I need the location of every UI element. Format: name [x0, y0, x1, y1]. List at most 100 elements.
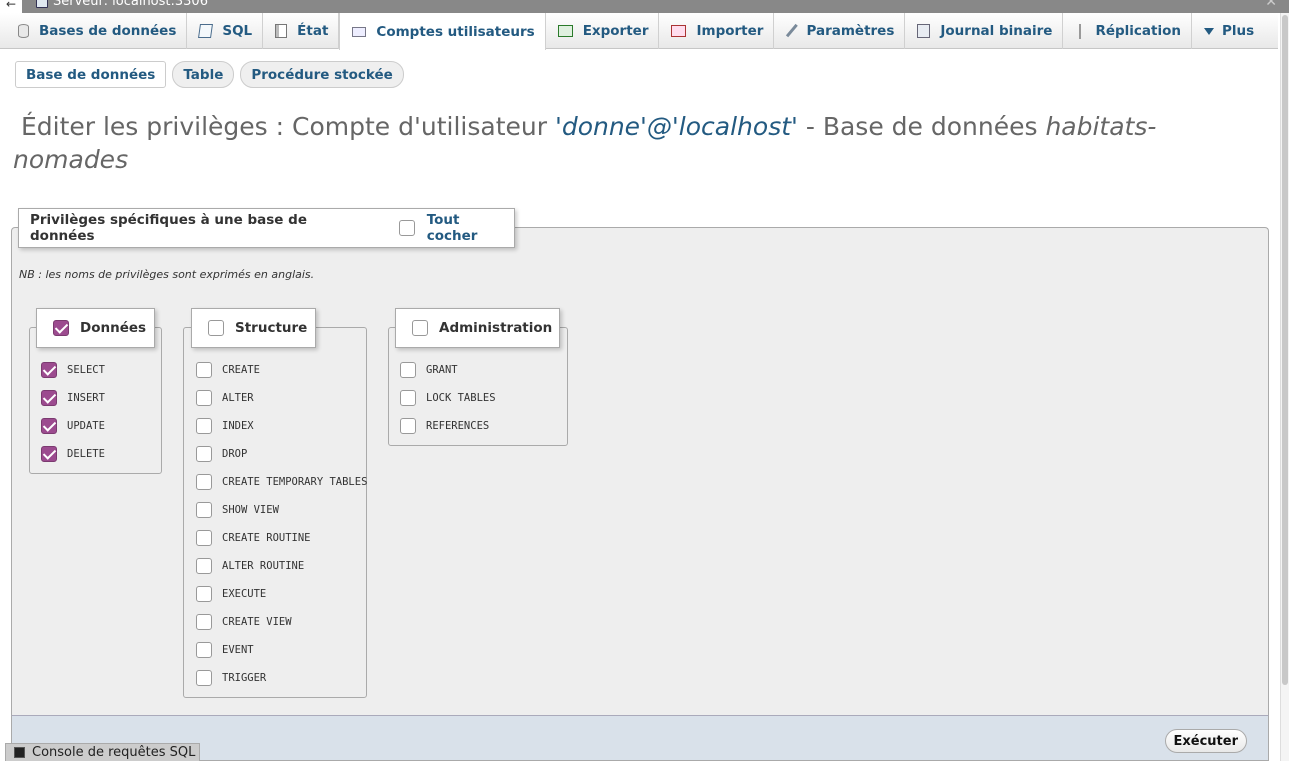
privilege-alter-routine[interactable]: ALTER ROUTINE: [196, 552, 304, 580]
privilege-label: LOCK TABLES: [426, 392, 496, 404]
privilege-checkbox[interactable]: [196, 670, 212, 686]
privilege-select[interactable]: SELECT: [41, 356, 105, 384]
wrench-icon: [786, 23, 801, 39]
privilege-label: CREATE: [222, 364, 260, 376]
privilege-label: INSERT: [67, 392, 105, 404]
privilege-drop[interactable]: DROP: [196, 440, 247, 468]
privilege-checkbox[interactable]: [400, 418, 416, 434]
privilege-checkbox[interactable]: [41, 418, 57, 434]
privilege-checkbox[interactable]: [41, 362, 57, 378]
privilege-create-view[interactable]: CREATE VIEW: [196, 608, 292, 636]
privilege-delete[interactable]: DELETE: [41, 440, 105, 468]
page-title: Éditer les privilèges : Compte d'utilisa…: [13, 110, 1263, 176]
sub-tab-bar: Base de données Table Procédure stockée: [15, 61, 404, 88]
tab-databases[interactable]: Bases de données: [6, 13, 188, 49]
group-admin-checkbox[interactable]: [412, 320, 428, 336]
group-structure-checkbox[interactable]: [208, 320, 224, 336]
sql-icon: [198, 24, 214, 38]
privilege-references[interactable]: REFERENCES: [400, 412, 489, 440]
tab-status[interactable]: État: [263, 13, 340, 49]
tab-more[interactable]: Plus: [1192, 13, 1264, 49]
tab-label: SQL: [222, 23, 253, 39]
tab-user-accounts[interactable]: Comptes utilisateurs: [339, 13, 546, 50]
group-structure-legend[interactable]: Structure: [191, 308, 316, 348]
scrollbar-thumb[interactable]: [1282, 15, 1288, 685]
privilege-label: EXECUTE: [222, 588, 267, 600]
tab-label: Plus: [1222, 23, 1255, 39]
check-all-checkbox[interactable]: [398, 220, 415, 236]
privilege-index[interactable]: INDEX: [196, 412, 254, 440]
back-arrow-icon[interactable]: ←: [0, 0, 22, 13]
console-icon: [14, 747, 25, 758]
tab-replication[interactable]: Réplication: [1063, 13, 1193, 49]
privilege-checkbox[interactable]: [196, 586, 212, 602]
privilege-checkbox[interactable]: [196, 418, 212, 434]
subtab-stored-procedure[interactable]: Procédure stockée: [240, 61, 404, 88]
privilege-label: EVENT: [222, 644, 254, 656]
privilege-checkbox[interactable]: [196, 558, 212, 574]
privilege-checkbox[interactable]: [196, 530, 212, 546]
privilege-label: SELECT: [67, 364, 105, 376]
import-icon: [671, 25, 687, 37]
tab-label: Exporter: [582, 23, 649, 39]
vertical-scrollbar[interactable]: [1280, 13, 1289, 761]
server-title[interactable]: Serveur: localhost:3306: [53, 0, 208, 9]
privilege-label: SHOW VIEW: [222, 504, 279, 516]
tab-label: Importer: [696, 23, 764, 39]
privilege-label: DROP: [222, 448, 248, 460]
tab-sql[interactable]: SQL: [187, 13, 264, 49]
privilege-checkbox[interactable]: [196, 446, 212, 462]
close-icon[interactable]: ✕: [1265, 0, 1277, 10]
group-admin-label: Administration: [439, 320, 553, 336]
privilege-update[interactable]: UPDATE: [41, 412, 105, 440]
tab-export[interactable]: Exporter: [546, 13, 660, 49]
privilege-label: GRANT: [426, 364, 458, 376]
privilege-event[interactable]: EVENT: [196, 636, 254, 664]
title-account[interactable]: 'donne'@'localhost': [555, 112, 798, 141]
privilege-checkbox[interactable]: [196, 390, 212, 406]
replication-icon: [1079, 23, 1085, 39]
status-icon: [275, 24, 288, 38]
privilege-checkbox[interactable]: [196, 474, 212, 490]
tab-import[interactable]: Importer: [659, 13, 775, 49]
privilege-insert[interactable]: INSERT: [41, 384, 105, 412]
privilege-checkbox[interactable]: [196, 502, 212, 518]
privilege-create[interactable]: CREATE: [196, 356, 260, 384]
privilege-checkbox[interactable]: [400, 362, 416, 378]
database-icon: [18, 24, 29, 38]
privilege-alter[interactable]: ALTER: [196, 384, 254, 412]
privilege-create-temporary-tables[interactable]: CREATE TEMPORARY TABLES: [196, 468, 367, 496]
privilege-checkbox[interactable]: [41, 446, 57, 462]
sql-console-toggle[interactable]: Console de requêtes SQL: [5, 743, 201, 761]
privilege-checkbox[interactable]: [41, 390, 57, 406]
privilege-label: REFERENCES: [426, 420, 490, 432]
privilege-checkbox[interactable]: [196, 614, 212, 630]
privilege-execute[interactable]: EXECUTE: [196, 580, 266, 608]
privilege-checkbox[interactable]: [400, 390, 416, 406]
execute-button[interactable]: Exécuter: [1164, 729, 1247, 753]
privilege-label: UPDATE: [67, 420, 105, 432]
privilege-label: INDEX: [222, 420, 254, 432]
privilege-create-routine[interactable]: CREATE ROUTINE: [196, 524, 311, 552]
group-data-legend[interactable]: Données: [36, 308, 155, 348]
tab-label: Journal binaire: [940, 23, 1053, 39]
group-admin-legend[interactable]: Administration: [395, 308, 560, 348]
privilege-trigger[interactable]: TRIGGER: [196, 664, 266, 692]
privileges-note: NB : les noms de privilèges sont exprimé…: [19, 268, 315, 281]
tab-label: Réplication: [1095, 23, 1182, 39]
privilege-checkbox[interactable]: [196, 642, 212, 658]
check-all-label[interactable]: Tout cocher: [427, 212, 514, 244]
tab-settings[interactable]: Paramètres: [774, 13, 906, 49]
privilege-lock-tables[interactable]: LOCK TABLES: [400, 384, 496, 412]
privilege-show-view[interactable]: SHOW VIEW: [196, 496, 279, 524]
privilege-checkbox[interactable]: [196, 362, 212, 378]
privilege-grant[interactable]: GRANT: [400, 356, 458, 384]
group-data-checkbox[interactable]: [53, 320, 69, 336]
tab-label: État: [297, 23, 329, 39]
subtab-table[interactable]: Table: [172, 61, 235, 88]
sql-console-label: Console de requêtes SQL: [32, 745, 196, 760]
privilege-label: CREATE VIEW: [222, 616, 292, 628]
tab-binary-log[interactable]: Journal binaire: [905, 13, 1064, 49]
subtab-database[interactable]: Base de données: [15, 61, 167, 88]
tab-label: Paramètres: [806, 23, 895, 39]
